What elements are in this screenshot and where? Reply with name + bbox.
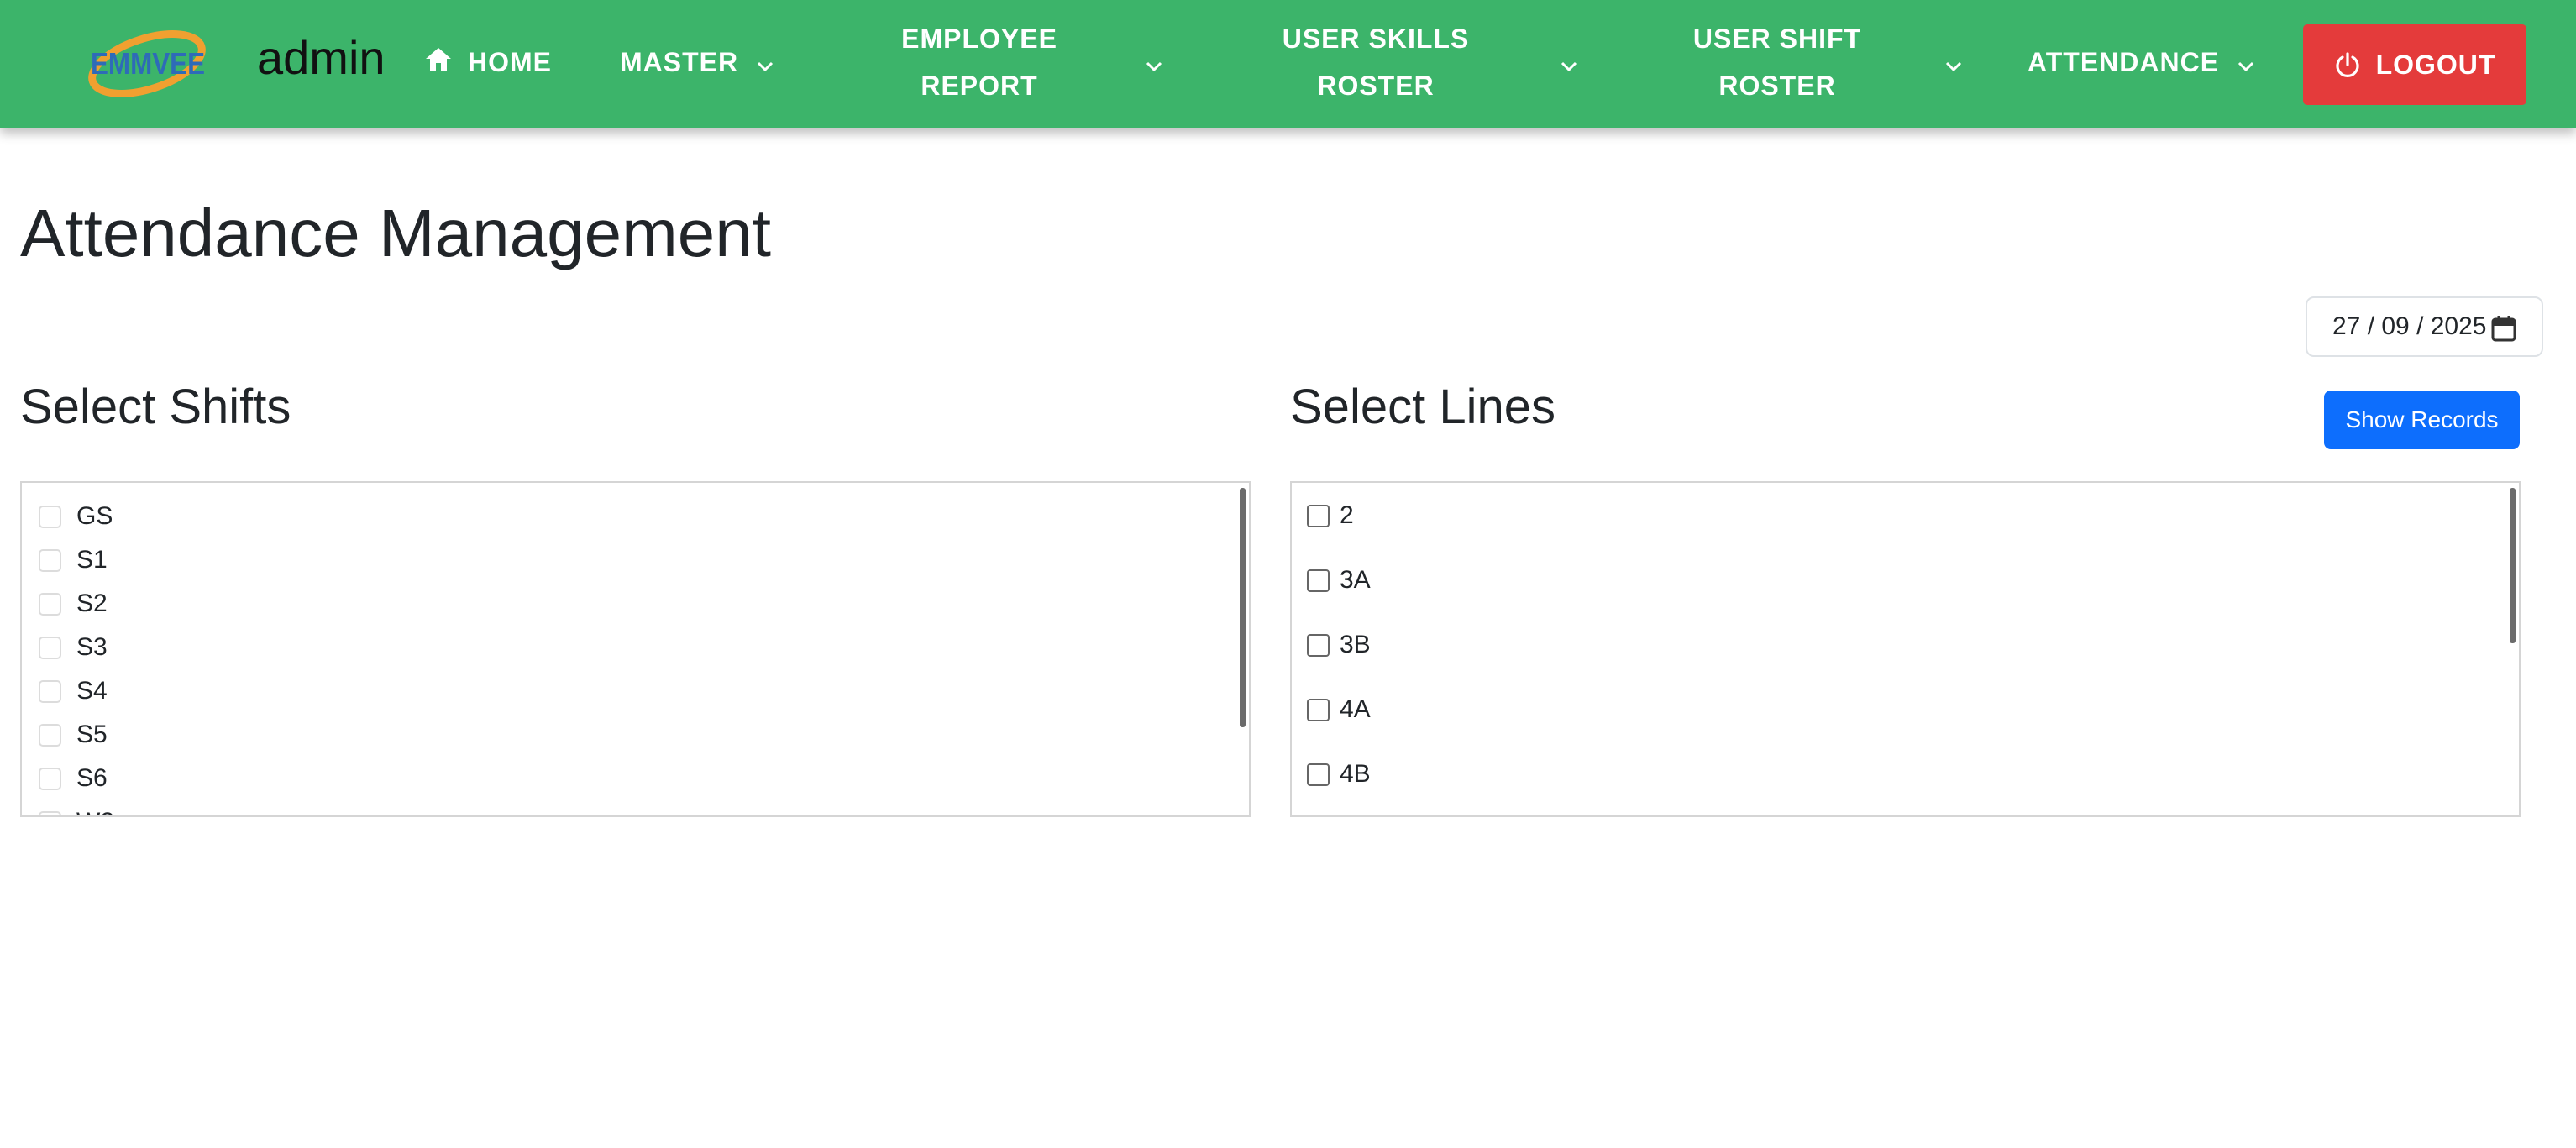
line-checkbox[interactable] [1307,763,1330,786]
nav-user-skills-roster-label: USER SKILLS ROSTER [1282,24,1470,101]
shift-option[interactable]: GS [39,500,113,533]
shift-checkbox[interactable] [39,505,61,528]
shift-label: S3 [76,633,108,661]
power-icon [2334,51,2361,78]
line-label: 2 [1340,501,1354,529]
nav-user-shift-roster-dropdown[interactable]: USER SHIFT ROSTER [1680,15,1962,109]
lines-scrollbar[interactable] [2510,488,2516,643]
shift-label: S4 [76,677,108,705]
line-checkbox[interactable] [1307,698,1330,721]
shift-option[interactable]: S6 [39,762,108,795]
current-user: admin [257,31,386,84]
line-label: 4A [1340,695,1371,723]
line-checkbox[interactable] [1307,633,1330,657]
calendar-icon[interactable] [2491,315,2516,349]
line-checkbox[interactable] [1307,504,1330,527]
shift-label: S5 [76,721,108,748]
line-option[interactable]: 3B [1307,628,1371,662]
shift-checkbox[interactable] [39,723,61,747]
nav-home[interactable]: HOME [424,39,552,86]
line-label: 3B [1340,631,1371,658]
chevron-down-icon [1561,47,1577,78]
shift-option[interactable]: W2 [39,805,114,815]
nav-master-label: MASTER [620,47,739,77]
date-picker-input[interactable]: 27 / 09 / 2025 [2306,296,2543,357]
shift-label: S2 [76,590,108,617]
chevron-down-icon [757,47,774,78]
shifts-scrollbar[interactable] [1240,488,1246,727]
shift-checkbox[interactable] [39,548,61,572]
page-title: Attendance Management [20,196,771,270]
shift-checkbox[interactable] [39,679,61,703]
shifts-list[interactable]: GS S1 S2 S3 S4 S5 S6 W2 [20,481,1251,817]
line-option[interactable]: 4A [1307,693,1371,726]
nav-employee-report-label: EMPLOYEE REPORT [901,24,1057,101]
top-navbar: EMMVEE admin HOME MASTER EMPLOYEE REPORT… [0,0,2576,128]
shift-option[interactable]: S3 [39,631,108,664]
home-icon [424,46,453,78]
chevron-down-icon [1146,47,1162,78]
nav-attendance-label: ATTENDANCE [2028,47,2220,77]
nav-user-shift-roster-label: USER SHIFT ROSTER [1692,24,1862,101]
nav-home-label: HOME [468,47,552,77]
chevron-down-icon [1945,47,1962,78]
emmvee-logo[interactable]: EMMVEE [84,22,210,106]
select-lines-heading: Select Lines [1290,380,1556,434]
lines-list[interactable]: 2 3A 3B 4A 4B [1290,481,2521,817]
shift-checkbox[interactable] [39,592,61,616]
show-records-button[interactable]: Show Records [2324,391,2520,449]
line-option[interactable]: 2 [1307,499,1354,532]
select-shifts-heading: Select Shifts [20,380,291,434]
shift-checkbox[interactable] [39,810,61,815]
line-checkbox[interactable] [1307,569,1330,592]
line-label: 4B [1340,760,1371,788]
shift-label: S1 [76,546,108,574]
shift-label: W2 [76,808,114,815]
nav-user-skills-roster-dropdown[interactable]: USER SKILLS ROSTER [1272,15,1577,109]
shift-label: GS [76,502,113,530]
line-option[interactable]: 3A [1307,564,1371,597]
nav-employee-report-dropdown[interactable]: EMPLOYEE REPORT [890,15,1162,109]
logout-label: LOGOUT [2375,49,2496,80]
shift-option[interactable]: S5 [39,718,108,752]
line-label: 3A [1340,566,1371,594]
logo-text: EMMVEE [91,46,205,81]
shift-checkbox[interactable] [39,767,61,790]
chevron-down-icon [2238,47,2254,78]
logout-button[interactable]: LOGOUT [2303,24,2526,105]
shift-checkbox[interactable] [39,636,61,659]
shift-option[interactable]: S2 [39,587,108,621]
nav-master-dropdown[interactable]: MASTER [620,39,774,86]
nav-attendance-dropdown[interactable]: ATTENDANCE [2028,39,2254,86]
shift-label: S6 [76,764,108,792]
date-value: 27 / 09 / 2025 [2332,312,2487,340]
shift-option[interactable]: S4 [39,674,108,708]
shift-option[interactable]: S1 [39,543,108,577]
line-option[interactable]: 4B [1307,757,1371,791]
